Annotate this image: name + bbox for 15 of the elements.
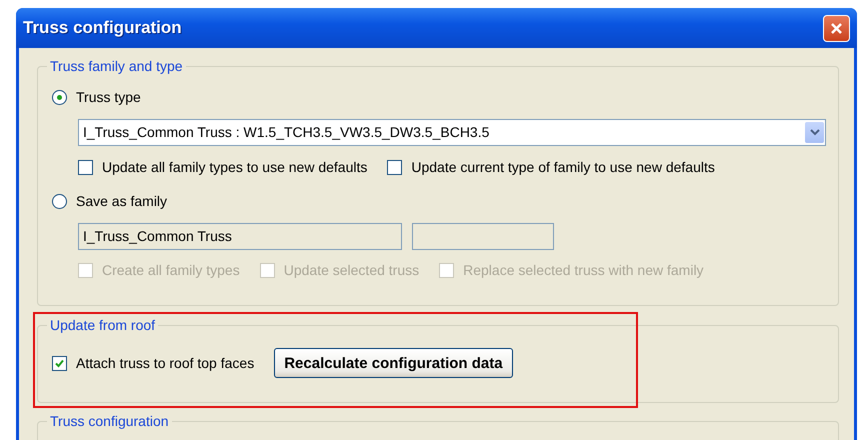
window-title: Truss configuration (23, 18, 182, 38)
group-title: Truss family and type (47, 58, 186, 75)
checkbox[interactable]: Update all family types to use new defaults (78, 159, 368, 175)
checkbox[interactable]: Attach truss to roof top faces (52, 355, 254, 371)
close-button[interactable] (823, 14, 850, 42)
group-title: Update from roof (47, 317, 158, 334)
close-icon (830, 22, 843, 34)
recalculate-button[interactable]: Recalculate configuration data (274, 348, 513, 378)
chevron-down-icon (810, 128, 820, 136)
checkbox[interactable]: Update current type of family to use new defaults (387, 159, 715, 175)
dropdown[interactable]: I_Truss_Common Truss : W1.5_TCH3.5_VW3.5_DW3.5_BCH3.5 (78, 118, 826, 146)
radio-button[interactable]: Truss type (52, 89, 141, 105)
radio-button[interactable]: Save as family (52, 193, 168, 209)
group-title: Truss configuration (47, 413, 172, 430)
check-icon (55, 358, 64, 368)
